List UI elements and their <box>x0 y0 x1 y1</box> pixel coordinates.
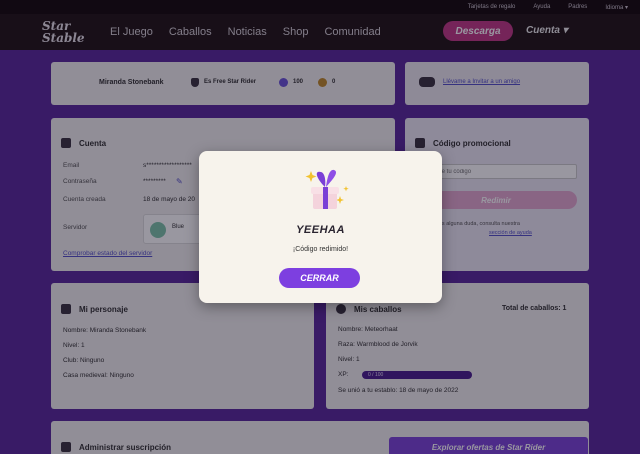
dialog-message: ¡Código redimido! <box>292 246 349 253</box>
redeem-success-dialog: YEEHAA ¡Código redimido! CERRAR <box>199 151 442 303</box>
dialog-title: YEEHAA <box>296 224 345 236</box>
page: Tarjetas de regalo Ayuda Padres Idioma ▾… <box>0 0 640 454</box>
close-dialog-button[interactable]: CERRAR <box>279 268 360 288</box>
gift-box-icon <box>305 169 349 209</box>
